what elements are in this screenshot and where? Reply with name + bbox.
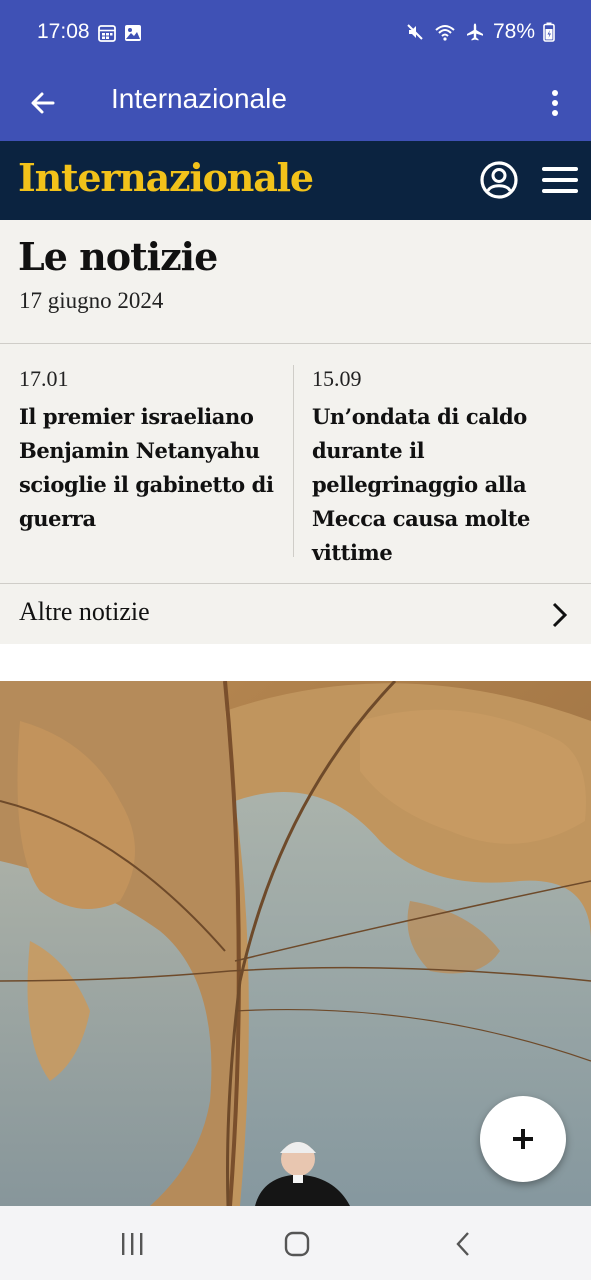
news-date: 17 giugno 2024 (19, 288, 164, 313)
site-header: Internazionale (0, 141, 591, 220)
user-circle-icon (480, 161, 518, 199)
back-button[interactable] (22, 82, 64, 124)
column-divider (293, 365, 294, 557)
airplane-icon (466, 23, 483, 41)
article-time: 15.09 (312, 366, 362, 391)
add-fab-button[interactable] (480, 1096, 566, 1182)
news-section-title: Le notizie (18, 234, 218, 279)
news-section: Le notizie 17 giugno 2024 17.01 Il premi… (0, 220, 591, 644)
status-right: 78% (405, 20, 555, 44)
gallery-icon (125, 25, 141, 41)
app-title: Internazionale (111, 83, 287, 114)
plus-icon (513, 1129, 533, 1149)
home-icon (284, 1231, 310, 1257)
status-time: 17:08 (37, 20, 90, 43)
home-button[interactable] (275, 1224, 319, 1264)
battery-percent: 78% (492, 20, 535, 43)
site-logo[interactable]: Internazionale (18, 155, 314, 200)
mute-icon (407, 24, 423, 40)
more-vertical-icon (552, 90, 558, 116)
recent-apps-icon (122, 1233, 143, 1255)
app-bar: Internazionale (0, 68, 591, 141)
article-headline[interactable]: Un’ondata di caldo durante il pellegrina… (312, 400, 582, 570)
chevron-right-icon (552, 602, 568, 628)
article-time: 17.01 (19, 366, 69, 391)
nav-back-button[interactable] (441, 1224, 485, 1264)
more-news-label: Altre notizie (19, 597, 150, 626)
battery-icon (543, 22, 555, 42)
recent-apps-button[interactable] (110, 1224, 154, 1264)
status-left-icons (97, 23, 143, 43)
profile-button[interactable] (478, 159, 520, 201)
status-bar: 17:08 78% (0, 0, 591, 68)
more-options-button[interactable] (539, 82, 571, 124)
divider (0, 343, 591, 344)
hamburger-menu-icon (542, 167, 578, 193)
system-nav-bar (0, 1206, 591, 1280)
site-menu-button[interactable] (539, 159, 581, 201)
calendar-icon (98, 25, 116, 42)
wifi-icon (435, 25, 455, 41)
news-article[interactable]: 15.09 Un’ondata di caldo durante il pell… (312, 366, 582, 570)
article-headline[interactable]: Il premier israeliano Benjamin Netanyahu… (19, 400, 284, 536)
news-article[interactable]: 17.01 Il premier israeliano Benjamin Net… (19, 366, 284, 536)
more-news-link[interactable]: Altre notizie (0, 584, 591, 644)
back-icon (456, 1232, 469, 1256)
arrow-left-icon (31, 92, 55, 114)
